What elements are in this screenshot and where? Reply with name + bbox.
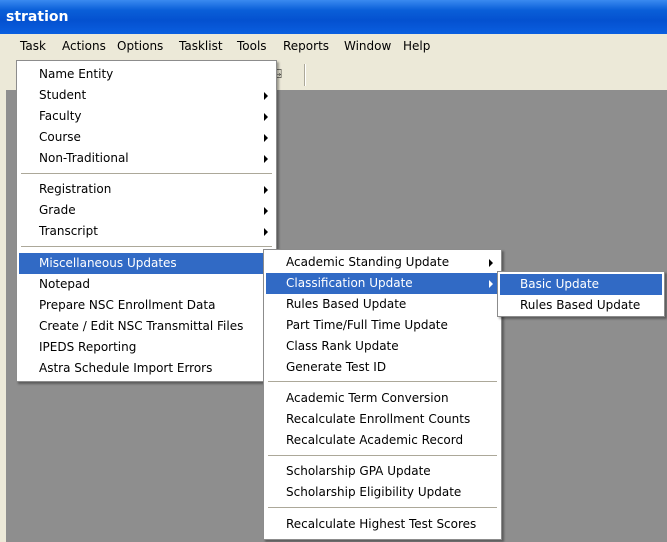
submenu-arrow-icon <box>264 134 268 142</box>
menu-item-recalc-academic-record[interactable]: Recalculate Academic Record <box>266 430 499 451</box>
menu-item-label: Scholarship GPA Update <box>286 464 431 478</box>
menu-item-label: IPEDS Reporting <box>39 340 137 354</box>
menu-item-recalc-highest-test-scores[interactable]: Recalculate Highest Test Scores <box>266 514 499 535</box>
menu-tools[interactable]: Tools <box>237 39 267 53</box>
menu-item-rules-based-update[interactable]: Rules Based Update <box>266 294 499 315</box>
menu-item-non-traditional[interactable]: Non-Traditional <box>19 148 274 169</box>
menu-item-classification-update[interactable]: Classification Update <box>266 273 499 294</box>
menu-item-label: Course <box>39 130 81 144</box>
menu-item-basic-update[interactable]: Basic Update <box>500 274 662 295</box>
menu-item-faculty[interactable]: Faculty <box>19 106 274 127</box>
menu-tasklist[interactable]: Tasklist <box>179 39 223 53</box>
menu-item-grade[interactable]: Grade <box>19 200 274 221</box>
menu-item-label: Grade <box>39 203 76 217</box>
menu-item-ipeds-reporting[interactable]: IPEDS Reporting <box>19 337 274 358</box>
window-title: stration <box>6 9 69 25</box>
menu-item-recalc-enrollment-counts[interactable]: Recalculate Enrollment Counts <box>266 409 499 430</box>
menu-item-label: Transcript <box>39 224 98 238</box>
menu-separator <box>21 173 272 175</box>
miscellaneous-updates-submenu: Academic Standing Update Classification … <box>263 249 502 540</box>
menu-help[interactable]: Help <box>403 39 430 53</box>
menu-item-label: Recalculate Highest Test Scores <box>286 517 477 531</box>
menu-item-scholarship-gpa-update[interactable]: Scholarship GPA Update <box>266 461 499 482</box>
menu-item-astra-schedule[interactable]: Astra Schedule Import Errors <box>19 358 274 379</box>
menu-item-label: Generate Test ID <box>286 360 387 374</box>
menu-item-class-rank-update[interactable]: Class Rank Update <box>266 336 499 357</box>
menu-item-transcript[interactable]: Transcript <box>19 221 274 242</box>
submenu-arrow-icon <box>489 280 493 288</box>
menu-separator <box>268 455 497 457</box>
menu-separator <box>21 246 272 248</box>
menu-item-academic-term-conversion[interactable]: Academic Term Conversion <box>266 388 499 409</box>
menu-window[interactable]: Window <box>344 39 391 53</box>
menu-item-miscellaneous-updates[interactable]: Miscellaneous Updates <box>19 253 274 274</box>
menu-actions[interactable]: Actions <box>62 39 106 53</box>
menu-item-label: Prepare NSC Enrollment Data <box>39 298 216 312</box>
submenu-arrow-icon <box>264 155 268 163</box>
menu-item-label: Create / Edit NSC Transmittal Files <box>39 319 244 333</box>
menu-item-part-time-full-time[interactable]: Part Time/Full Time Update <box>266 315 499 336</box>
menu-item-label: Classification Update <box>286 276 413 290</box>
menu-item-label: Notepad <box>39 277 90 291</box>
menu-item-label: Scholarship Eligibility Update <box>286 485 462 499</box>
menu-item-label: Astra Schedule Import Errors <box>39 361 213 375</box>
menu-item-label: Rules Based Update <box>286 297 407 311</box>
classification-update-submenu: Basic Update Rules Based Update <box>497 271 665 317</box>
menu-item-rules-based-update-sub[interactable]: Rules Based Update <box>500 295 662 316</box>
menu-options[interactable]: Options <box>117 39 163 53</box>
menu-item-scholarship-eligibility-update[interactable]: Scholarship Eligibility Update <box>266 482 499 503</box>
menu-item-prepare-nsc[interactable]: Prepare NSC Enrollment Data <box>19 295 274 316</box>
menu-item-label: Student <box>39 88 87 102</box>
task-menu: Name Entity Student Faculty Course Non-T… <box>16 60 277 382</box>
submenu-arrow-icon <box>264 186 268 194</box>
menu-bar: Task Actions Options Tasklist Tools Repo… <box>0 34 667 61</box>
menu-item-label: Basic Update <box>520 277 600 291</box>
toolbar-separator <box>304 64 306 86</box>
menu-item-label: Faculty <box>39 109 82 123</box>
menu-separator <box>268 507 497 509</box>
submenu-arrow-icon <box>264 92 268 100</box>
menu-item-registration[interactable]: Registration <box>19 179 274 200</box>
menu-task[interactable]: Task <box>20 39 46 53</box>
menu-item-generate-test-id[interactable]: Generate Test ID <box>266 357 499 378</box>
menu-item-student[interactable]: Student <box>19 85 274 106</box>
submenu-arrow-icon <box>489 259 493 267</box>
menu-item-label: Name Entity <box>39 67 114 81</box>
menu-item-label: Part Time/Full Time Update <box>286 318 448 332</box>
menu-item-label: Rules Based Update <box>520 298 641 312</box>
menu-item-label: Recalculate Academic Record <box>286 433 464 447</box>
submenu-arrow-icon <box>264 113 268 121</box>
submenu-arrow-icon <box>264 207 268 215</box>
menu-item-name-entity[interactable]: Name Entity <box>19 64 274 85</box>
menu-item-label: Registration <box>39 182 112 196</box>
submenu-arrow-icon <box>264 228 268 236</box>
menu-item-label: Academic Term Conversion <box>286 391 449 405</box>
menu-item-label: Recalculate Enrollment Counts <box>286 412 471 426</box>
title-bar: stration <box>0 0 667 34</box>
menu-item-academic-standing-update[interactable]: Academic Standing Update <box>266 252 499 273</box>
menu-item-notepad[interactable]: Notepad <box>19 274 274 295</box>
menu-item-label: Academic Standing Update <box>286 255 450 269</box>
menu-separator <box>268 381 497 383</box>
menu-reports[interactable]: Reports <box>283 39 329 53</box>
menu-item-create-edit-nsc[interactable]: Create / Edit NSC Transmittal Files <box>19 316 274 337</box>
menu-item-course[interactable]: Course <box>19 127 274 148</box>
menu-item-label: Class Rank Update <box>286 339 399 353</box>
menu-item-label: Miscellaneous Updates <box>39 256 177 270</box>
menu-item-label: Non-Traditional <box>39 151 129 165</box>
